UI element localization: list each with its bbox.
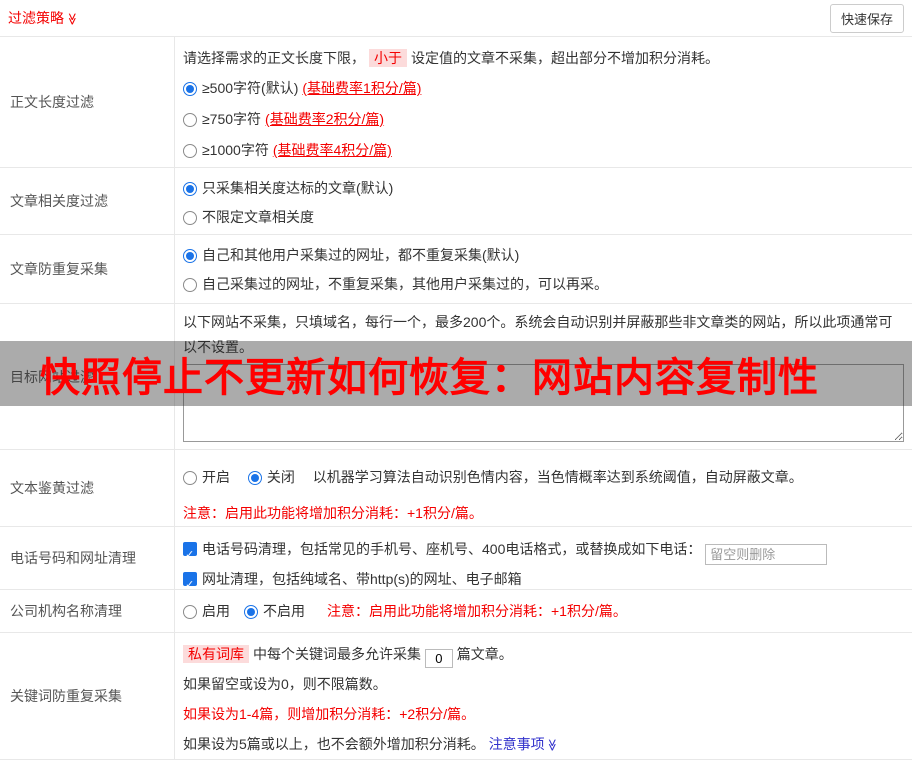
option-label: ≥750字符 bbox=[202, 111, 261, 127]
intro-text-before: 请选择需求的正文长度下限， bbox=[183, 50, 365, 66]
row-site-blacklist: 目标网站过滤 以下网站不采集，只填域名，每行一个，最多200个。系统会自动识别并… bbox=[0, 304, 912, 450]
radio-icon[interactable] bbox=[183, 211, 197, 225]
chevron-down-icon: ≫ bbox=[65, 13, 79, 26]
row-keyword-dedup: 关键词防重复采集 私有词库中每个关键词最多允许采集 篇文章。 如果留空或设为0，… bbox=[0, 633, 912, 760]
row-label-dedup-filter: 文章防重复采集 bbox=[0, 235, 175, 303]
length-filter-intro: 请选择需求的正文长度下限，小于设定值的文章不采集，超出部分不增加积分消耗。 bbox=[183, 37, 904, 69]
filter-strategy-page: 过滤策略≫ 快速保存 正文长度过滤 请选择需求的正文长度下限，小于设定值的文章不… bbox=[0, 0, 912, 768]
checkbox-icon[interactable] bbox=[183, 572, 197, 586]
radio-option-1000[interactable]: ≥1000字符(基础费率4积分/篇) bbox=[183, 135, 904, 166]
keyword-dedup-line4: 如果设为5篇或以上，也不会额外增加积分消耗。 注意事项≫ bbox=[183, 729, 904, 760]
fee-note: (基础费率2积分/篇) bbox=[265, 111, 384, 127]
option-label: 不限定文章相关度 bbox=[202, 209, 314, 225]
checkbox-option-phone-clean[interactable]: 电话号码清理，包括常见的手机号、座机号、400电话格式，或替换成如下电话： bbox=[183, 535, 904, 565]
keyword-dedup-cost-note: 如果设为1-4篇，则增加积分消耗：+2积分/篇。 bbox=[183, 699, 904, 729]
header-bar: 过滤策略≫ 快速保存 bbox=[0, 0, 912, 37]
length-filter-options: ≥500字符(默认)(基础费率1积分/篇) ≥750字符(基础费率2积分/篇) … bbox=[183, 73, 904, 166]
row-company-clean: 公司机构名称清理 启用 不启用 注意：启用此功能将增加积分消耗：+1积分/篇。 bbox=[0, 590, 912, 633]
radio-icon[interactable] bbox=[183, 113, 197, 127]
row-label-length-filter: 正文长度过滤 bbox=[0, 37, 175, 167]
company-clean-content: 启用 不启用 注意：启用此功能将增加积分消耗：+1积分/篇。 bbox=[175, 590, 912, 632]
page-title[interactable]: 过滤策略≫ bbox=[8, 8, 79, 28]
row-label-site-blacklist: 目标网站过滤 bbox=[0, 304, 175, 449]
radio-option-750[interactable]: ≥750字符(基础费率2积分/篇) bbox=[183, 104, 904, 135]
porn-filter-desc: 以机器学习算法自动识别色情内容，当色情概率达到系统阈值，自动屏蔽文章。 bbox=[313, 469, 803, 485]
radio-icon[interactable] bbox=[183, 249, 197, 263]
option-label: 启用 bbox=[202, 603, 230, 619]
radio-icon[interactable] bbox=[248, 471, 262, 485]
length-filter-content: 请选择需求的正文长度下限，小于设定值的文章不采集，超出部分不增加积分消耗。 ≥5… bbox=[175, 37, 912, 167]
row-label-company-clean: 公司机构名称清理 bbox=[0, 590, 175, 632]
option-label: 只采集相关度达标的文章(默认) bbox=[202, 180, 393, 196]
radio-icon[interactable] bbox=[183, 471, 197, 485]
radio-option-porn-on[interactable]: 开启 bbox=[183, 469, 234, 485]
radio-option-porn-off[interactable]: 关闭 bbox=[248, 469, 299, 485]
keyword-dedup-content: 私有词库中每个关键词最多允许采集 篇文章。 如果留空或设为0，则不限篇数。 如果… bbox=[175, 633, 912, 759]
line4-text: 如果设为5篇或以上，也不会额外增加积分消耗。 bbox=[183, 736, 485, 752]
dedup-filter-content: 自己和其他用户采集过的网址，都不重复采集(默认) 自己采集过的网址，不重复采集，… bbox=[175, 235, 912, 303]
option-label: 开启 bbox=[202, 469, 230, 485]
row-relevance-filter: 文章相关度过滤 只采集相关度达标的文章(默认) 不限定文章相关度 bbox=[0, 168, 912, 235]
radio-icon[interactable] bbox=[183, 278, 197, 292]
row-phone-url-clean: 电话号码和网址清理 电话号码清理，包括常见的手机号、座机号、400电话格式，或替… bbox=[0, 527, 912, 590]
option-label: 网址清理，包括纯域名、带http(s)的网址、电子邮箱 bbox=[202, 571, 522, 587]
site-blacklist-help: 以下网站不采集，只填域名，每行一个，最多200个。系统会自动识别并屏蔽那些非文章… bbox=[183, 310, 904, 360]
notice-link-text: 注意事项 bbox=[489, 736, 545, 752]
relevance-filter-content: 只采集相关度达标的文章(默认) 不限定文章相关度 bbox=[175, 168, 912, 234]
radio-option-dedup-all[interactable]: 自己和其他用户采集过的网址，都不重复采集(默认) bbox=[183, 241, 904, 270]
radio-icon[interactable] bbox=[183, 605, 197, 619]
row-label-porn-filter: 文本鉴黄过滤 bbox=[0, 450, 175, 526]
fee-note: (基础费率1积分/篇) bbox=[302, 80, 421, 96]
row-label-keyword-dedup: 关键词防重复采集 bbox=[0, 633, 175, 759]
row-label-phone-url-clean: 电话号码和网址清理 bbox=[0, 527, 175, 589]
option-label: 电话号码清理，包括常见的手机号、座机号、400电话格式，或替换成如下电话： bbox=[202, 541, 701, 557]
row-length-filter: 正文长度过滤 请选择需求的正文长度下限，小于设定值的文章不采集，超出部分不增加积… bbox=[0, 37, 912, 168]
page-title-text: 过滤策略 bbox=[8, 10, 64, 26]
radio-option-relevant-only[interactable]: 只采集相关度达标的文章(默认) bbox=[183, 174, 904, 203]
radio-option-company-off[interactable]: 不启用 bbox=[244, 596, 305, 627]
intro-text-after: 设定值的文章不采集，超出部分不增加积分消耗。 bbox=[411, 50, 719, 66]
site-blacklist-content: 以下网站不采集，只填域名，每行一个，最多200个。系统会自动识别并屏蔽那些非文章… bbox=[175, 304, 912, 449]
line1-text: 中每个关键词最多允许采集 bbox=[253, 646, 421, 662]
site-blacklist-textarea[interactable] bbox=[183, 364, 904, 442]
quick-save-button[interactable]: 快速保存 bbox=[830, 4, 904, 33]
phone-replace-input[interactable] bbox=[705, 544, 827, 565]
keyword-dedup-line2: 如果留空或设为0，则不限篇数。 bbox=[183, 669, 904, 699]
keyword-dedup-line1: 私有词库中每个关键词最多允许采集 篇文章。 bbox=[183, 639, 904, 669]
radio-option-dedup-self[interactable]: 自己采集过的网址，不重复采集，其他用户采集过的，可以再采。 bbox=[183, 270, 904, 299]
row-porn-filter: 文本鉴黄过滤 开启 关闭 以机器学习算法自动识别色情内容，当色情概率达到系统阈值… bbox=[0, 450, 912, 527]
row-label-relevance-filter: 文章相关度过滤 bbox=[0, 168, 175, 234]
radio-icon[interactable] bbox=[183, 82, 197, 96]
highlight-chip-lessthan: 小于 bbox=[369, 49, 407, 67]
radio-icon[interactable] bbox=[183, 182, 197, 196]
phone-url-clean-content: 电话号码清理，包括常见的手机号、座机号、400电话格式，或替换成如下电话： 网址… bbox=[175, 527, 912, 589]
fee-note: (基础费率4积分/篇) bbox=[273, 142, 392, 158]
keyword-count-input[interactable] bbox=[425, 649, 453, 668]
line1-text-after: 篇文章。 bbox=[457, 646, 513, 662]
radio-icon[interactable] bbox=[244, 605, 258, 619]
option-label: ≥500字符(默认) bbox=[202, 80, 298, 96]
radio-option-company-on[interactable]: 启用 bbox=[183, 596, 230, 627]
porn-filter-options: 开启 关闭 以机器学习算法自动识别色情内容，当色情概率达到系统阈值，自动屏蔽文章… bbox=[183, 462, 904, 493]
option-label: 自己采集过的网址，不重复采集，其他用户采集过的，可以再采。 bbox=[202, 276, 608, 292]
porn-filter-cost-note: 注意：启用此功能将增加积分消耗：+1积分/篇。 bbox=[183, 503, 904, 523]
radio-option-500[interactable]: ≥500字符(默认)(基础费率1积分/篇) bbox=[183, 73, 904, 104]
radio-icon[interactable] bbox=[183, 144, 197, 158]
row-dedup-filter: 文章防重复采集 自己和其他用户采集过的网址，都不重复采集(默认) 自己采集过的网… bbox=[0, 235, 912, 304]
option-label: ≥1000字符 bbox=[202, 142, 269, 158]
option-label: 不启用 bbox=[263, 603, 305, 619]
option-label: 自己和其他用户采集过的网址，都不重复采集(默认) bbox=[202, 247, 519, 263]
option-label: 关闭 bbox=[267, 469, 295, 485]
radio-option-no-limit[interactable]: 不限定文章相关度 bbox=[183, 203, 904, 232]
company-clean-cost-note: 注意：启用此功能将增加积分消耗：+1积分/篇。 bbox=[327, 601, 627, 621]
checkbox-icon[interactable] bbox=[183, 542, 197, 556]
porn-filter-content: 开启 关闭 以机器学习算法自动识别色情内容，当色情概率达到系统阈值，自动屏蔽文章… bbox=[175, 450, 912, 526]
private-lexicon-chip: 私有词库 bbox=[183, 645, 249, 663]
chevron-down-icon: ≫ bbox=[537, 739, 567, 752]
notice-link[interactable]: 注意事项≫ bbox=[489, 736, 559, 752]
